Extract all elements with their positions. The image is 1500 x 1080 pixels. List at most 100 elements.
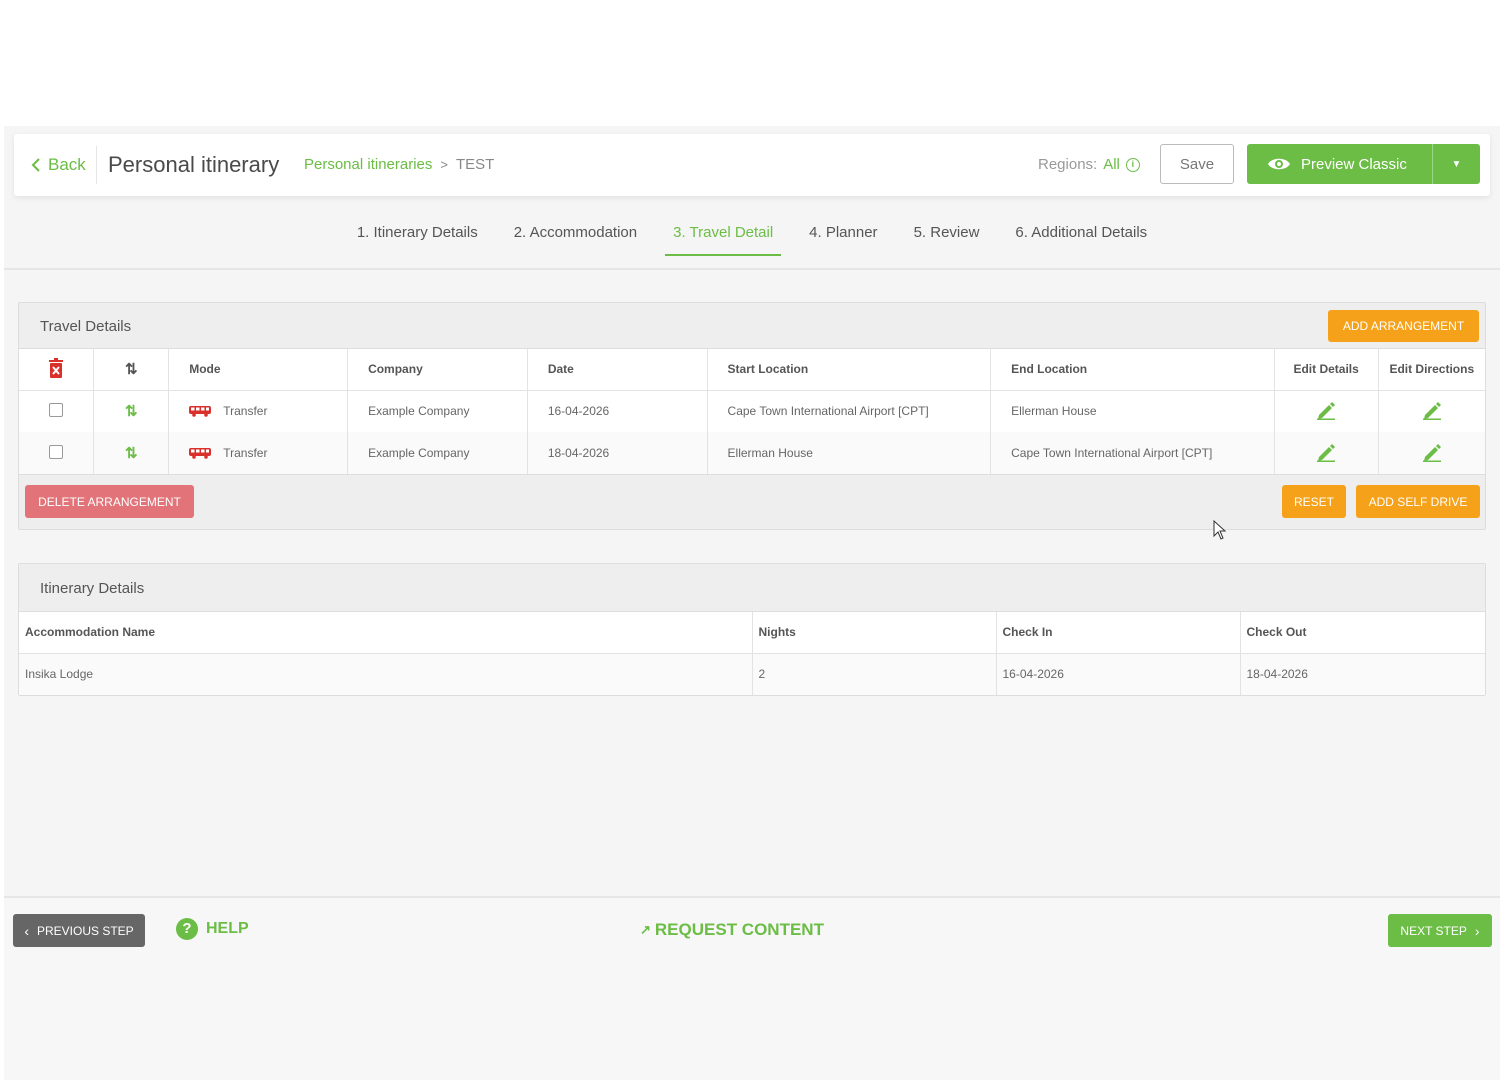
itinerary-details-panel: Itinerary Details Accommodation Name Nig… — [18, 563, 1486, 696]
end-location-cell: Ellerman House — [990, 390, 1275, 432]
footer-bar: ‹ PREVIOUS STEP ? HELP ↗ REQUEST CONTENT… — [4, 898, 1500, 1080]
add-self-drive-button[interactable]: ADD SELF DRIVE — [1356, 485, 1480, 518]
row-checkbox[interactable] — [19, 432, 95, 474]
previous-step-label: PREVIOUS STEP — [36, 923, 134, 938]
pencil-icon[interactable] — [1422, 400, 1442, 420]
itinerary-details-header: Itinerary Details — [19, 564, 1485, 612]
nights-cell: 2 — [752, 653, 997, 695]
itinerary-table: Accommodation Name Nights Check In Check… — [19, 612, 1485, 695]
breadcrumb-parent[interactable]: Personal itineraries — [304, 156, 432, 173]
mode-label: Transfer — [223, 446, 268, 460]
tab-review[interactable]: 5. Review — [896, 216, 998, 256]
company-cell: Example Company — [347, 432, 528, 474]
travel-details-panel: Travel Details ADD ARRANGEMENT ⇅ Mode Co… — [18, 302, 1486, 530]
tab-itinerary-details[interactable]: 1. Itinerary Details — [339, 216, 496, 256]
chevron-left-icon — [31, 158, 40, 172]
regions-label: Regions: — [1038, 156, 1098, 173]
regions-value[interactable]: All — [1103, 156, 1120, 173]
mouse-cursor-icon — [1213, 520, 1227, 540]
edit-directions-cell — [1378, 432, 1485, 474]
tabs-divider — [4, 268, 1500, 270]
breadcrumb-separator: > — [440, 157, 448, 172]
header-divider — [96, 146, 97, 184]
breadcrumb: Personal itineraries > TEST — [304, 156, 494, 173]
reset-button[interactable]: RESET — [1282, 485, 1346, 518]
tab-travel-detail[interactable]: 3. Travel Detail — [655, 216, 791, 256]
travel-details-header: Travel Details ADD ARRANGEMENT — [19, 303, 1485, 349]
accommodation-name-column-header: Accommodation Name — [19, 612, 753, 654]
check-in-column-header: Check In — [996, 612, 1241, 654]
next-step-label: NEXT STEP — [1400, 923, 1467, 938]
help-icon: ? — [176, 918, 198, 940]
mode-label: Transfer — [223, 404, 268, 419]
table-row: ⇅ Transfer Example Company 16-04-2026 Ca… — [19, 390, 1485, 432]
trash-icon — [49, 357, 64, 378]
previous-step-button[interactable]: ‹ PREVIOUS STEP — [13, 914, 145, 947]
bus-icon — [189, 406, 212, 418]
company-column-header: Company — [347, 349, 528, 391]
save-button[interactable]: Save — [1160, 144, 1234, 184]
tab-planner[interactable]: 4. Planner — [791, 216, 895, 256]
pencil-icon[interactable] — [1422, 442, 1442, 462]
help-link[interactable]: ? HELP — [176, 918, 249, 940]
info-icon[interactable]: i — [1125, 157, 1140, 172]
step-tabs: 1. Itinerary Details 2. Accommodation 3.… — [4, 216, 1500, 256]
sort-column-header[interactable]: ⇅ — [93, 349, 170, 391]
preview-classic-button: Preview Classic ▼ — [1247, 144, 1480, 184]
regions-filter[interactable]: Regions: All i — [1038, 156, 1140, 173]
eye-icon — [1268, 158, 1290, 170]
request-content-label: REQUEST CONTENT — [654, 920, 824, 939]
table-row: ⇅ Transfer Example Company 18-04-2026 El… — [19, 432, 1485, 474]
check-out-cell: 18-04-2026 — [1240, 653, 1485, 695]
start-location-cell: Cape Town International Airport [CPT] — [707, 390, 992, 432]
caret-down-icon: ▼ — [1451, 158, 1462, 170]
back-label: Back — [48, 155, 86, 174]
end-location-column-header: End Location — [990, 349, 1275, 391]
travel-details-title: Travel Details — [40, 318, 132, 335]
help-label: HELP — [206, 920, 249, 937]
nights-column-header: Nights — [752, 612, 997, 654]
external-link-icon: ↗ — [640, 922, 651, 937]
mode-cell: Transfer — [168, 432, 349, 474]
app-window: Back Personal itinerary Personal itinera… — [4, 126, 1500, 1080]
tab-accommodation[interactable]: 2. Accommodation — [496, 216, 655, 256]
request-content-link[interactable]: ↗ REQUEST CONTENT — [640, 920, 824, 940]
page-title: Personal itinerary — [108, 152, 280, 177]
date-cell: 16-04-2026 — [527, 390, 708, 432]
preview-dropdown-toggle[interactable]: ▼ — [1433, 144, 1480, 184]
row-checkbox[interactable] — [19, 390, 95, 432]
pencil-icon[interactable] — [1316, 400, 1336, 420]
chevron-left-icon: ‹ — [24, 922, 29, 939]
table-row: Insika Lodge 2 16-04-2026 18-04-2026 — [19, 653, 1485, 695]
travel-details-footer: DELETE ARRANGEMENT RESET ADD SELF DRIVE — [19, 474, 1485, 529]
preview-classic-main[interactable]: Preview Classic — [1247, 144, 1432, 184]
next-step-button[interactable]: NEXT STEP › — [1388, 914, 1492, 947]
itinerary-table-header: Accommodation Name Nights Check In Check… — [19, 612, 1485, 654]
date-cell: 18-04-2026 — [527, 432, 708, 474]
bus-icon — [189, 448, 212, 459]
edit-directions-column-header: Edit Directions — [1378, 349, 1485, 391]
date-column-header: Date — [527, 349, 708, 391]
itinerary-details-title: Itinerary Details — [40, 580, 145, 597]
chevron-right-icon: › — [1474, 922, 1480, 939]
tab-additional-details[interactable]: 6. Additional Details — [997, 216, 1165, 256]
start-location-cell: Ellerman House — [707, 432, 992, 474]
sort-icon: ⇅ — [125, 445, 138, 462]
back-link[interactable]: Back — [30, 134, 86, 196]
edit-details-cell — [1274, 432, 1379, 474]
edit-directions-cell — [1378, 390, 1485, 432]
row-sort-handle[interactable]: ⇅ — [93, 432, 170, 474]
accommodation-name-cell: Insika Lodge — [19, 653, 753, 695]
delete-arrangement-button[interactable]: DELETE ARRANGEMENT — [25, 485, 194, 518]
row-sort-handle[interactable]: ⇅ — [93, 390, 170, 432]
checkbox[interactable] — [49, 444, 64, 459]
preview-classic-label: Preview Classic — [1301, 155, 1407, 173]
delete-column-header[interactable] — [19, 349, 95, 391]
add-arrangement-button[interactable]: ADD ARRANGEMENT — [1328, 310, 1479, 342]
pencil-icon[interactable] — [1316, 442, 1336, 462]
sort-icon: ⇅ — [125, 361, 138, 379]
company-cell: Example Company — [347, 390, 528, 432]
mode-column-header: Mode — [168, 349, 349, 391]
checkbox[interactable] — [49, 402, 64, 417]
check-out-column-header: Check Out — [1240, 612, 1485, 654]
